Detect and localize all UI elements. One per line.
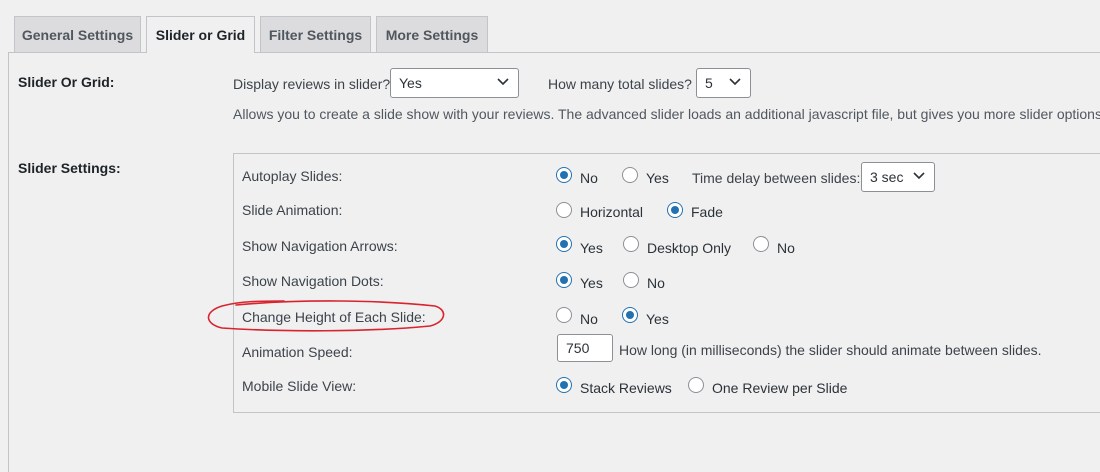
slider-or-grid-label: Slider Or Grid: bbox=[18, 74, 115, 90]
autoplay-no-radio[interactable] bbox=[556, 167, 572, 183]
height-no-label: No bbox=[580, 311, 598, 327]
animation-fade-radio[interactable] bbox=[667, 202, 683, 218]
animation-fade-label: Fade bbox=[691, 204, 723, 220]
animation-speed-input[interactable] bbox=[557, 334, 613, 362]
animation-speed-label: Animation Speed: bbox=[242, 344, 353, 360]
tab-more-settings[interactable]: More Settings bbox=[376, 16, 488, 52]
height-no-radio[interactable] bbox=[556, 307, 572, 323]
change-height-label: Change Height of Each Slide: bbox=[242, 309, 426, 325]
time-delay-label: Time delay between slides: bbox=[692, 170, 861, 186]
total-slides-prompt: How many total slides? bbox=[548, 76, 692, 92]
slide-animation-label: Slide Animation: bbox=[242, 202, 343, 218]
height-yes-label: Yes bbox=[646, 311, 669, 327]
total-slides-value: 5 bbox=[705, 75, 713, 91]
display-in-slider-select[interactable]: Yes bbox=[390, 68, 519, 98]
arrows-no-label: No bbox=[777, 240, 795, 256]
autoplay-no-label: No bbox=[580, 170, 598, 186]
tab-filter-settings[interactable]: Filter Settings bbox=[260, 16, 371, 52]
arrows-yes-radio[interactable] bbox=[556, 236, 572, 252]
animation-speed-help: How long (in milliseconds) the slider sh… bbox=[619, 342, 1042, 358]
dots-no-radio[interactable] bbox=[623, 272, 639, 288]
mobile-view-label: Mobile Slide View: bbox=[242, 378, 357, 394]
tab-general-settings[interactable]: General Settings bbox=[14, 16, 141, 52]
nav-dots-label: Show Navigation Dots: bbox=[242, 273, 384, 289]
nav-arrows-label: Show Navigation Arrows: bbox=[242, 238, 398, 254]
dots-no-label: No bbox=[647, 275, 665, 291]
arrows-no-radio[interactable] bbox=[753, 236, 769, 252]
chevron-down-icon bbox=[729, 78, 741, 86]
autoplay-yes-label: Yes bbox=[646, 170, 669, 186]
animation-horizontal-radio[interactable] bbox=[556, 202, 572, 218]
time-delay-select[interactable]: 3 sec bbox=[861, 162, 935, 192]
mobile-stack-radio[interactable] bbox=[556, 377, 572, 393]
slider-settings-label: Slider Settings: bbox=[18, 160, 121, 176]
display-in-slider-value: Yes bbox=[399, 75, 422, 91]
arrows-yes-label: Yes bbox=[580, 240, 603, 256]
arrows-desktop-only-label: Desktop Only bbox=[647, 240, 732, 256]
chevron-down-icon bbox=[497, 78, 509, 86]
chevron-down-icon bbox=[913, 172, 925, 180]
mobile-one-per-slide-radio[interactable] bbox=[688, 377, 704, 393]
autoplay-yes-radio[interactable] bbox=[622, 167, 638, 183]
mobile-stack-label: Stack Reviews bbox=[580, 380, 672, 396]
dots-yes-radio[interactable] bbox=[556, 272, 572, 288]
total-slides-select[interactable]: 5 bbox=[696, 68, 751, 98]
mobile-one-per-slide-label: One Review per Slide bbox=[712, 380, 848, 396]
settings-tabs: General Settings Slider or Grid Filter S… bbox=[0, 0, 1100, 53]
arrows-desktop-only-radio[interactable] bbox=[623, 236, 639, 252]
height-yes-radio[interactable] bbox=[622, 307, 638, 323]
autoplay-label: Autoplay Slides: bbox=[242, 168, 343, 184]
animation-horizontal-label: Horizontal bbox=[580, 204, 644, 220]
dots-yes-label: Yes bbox=[580, 275, 603, 291]
tab-slider-or-grid[interactable]: Slider or Grid bbox=[146, 16, 255, 53]
slider-description: Allows you to create a slide show with y… bbox=[233, 106, 1100, 122]
time-delay-value: 3 sec bbox=[870, 169, 904, 185]
display-in-slider-prompt: Display reviews in slider? bbox=[233, 76, 391, 92]
